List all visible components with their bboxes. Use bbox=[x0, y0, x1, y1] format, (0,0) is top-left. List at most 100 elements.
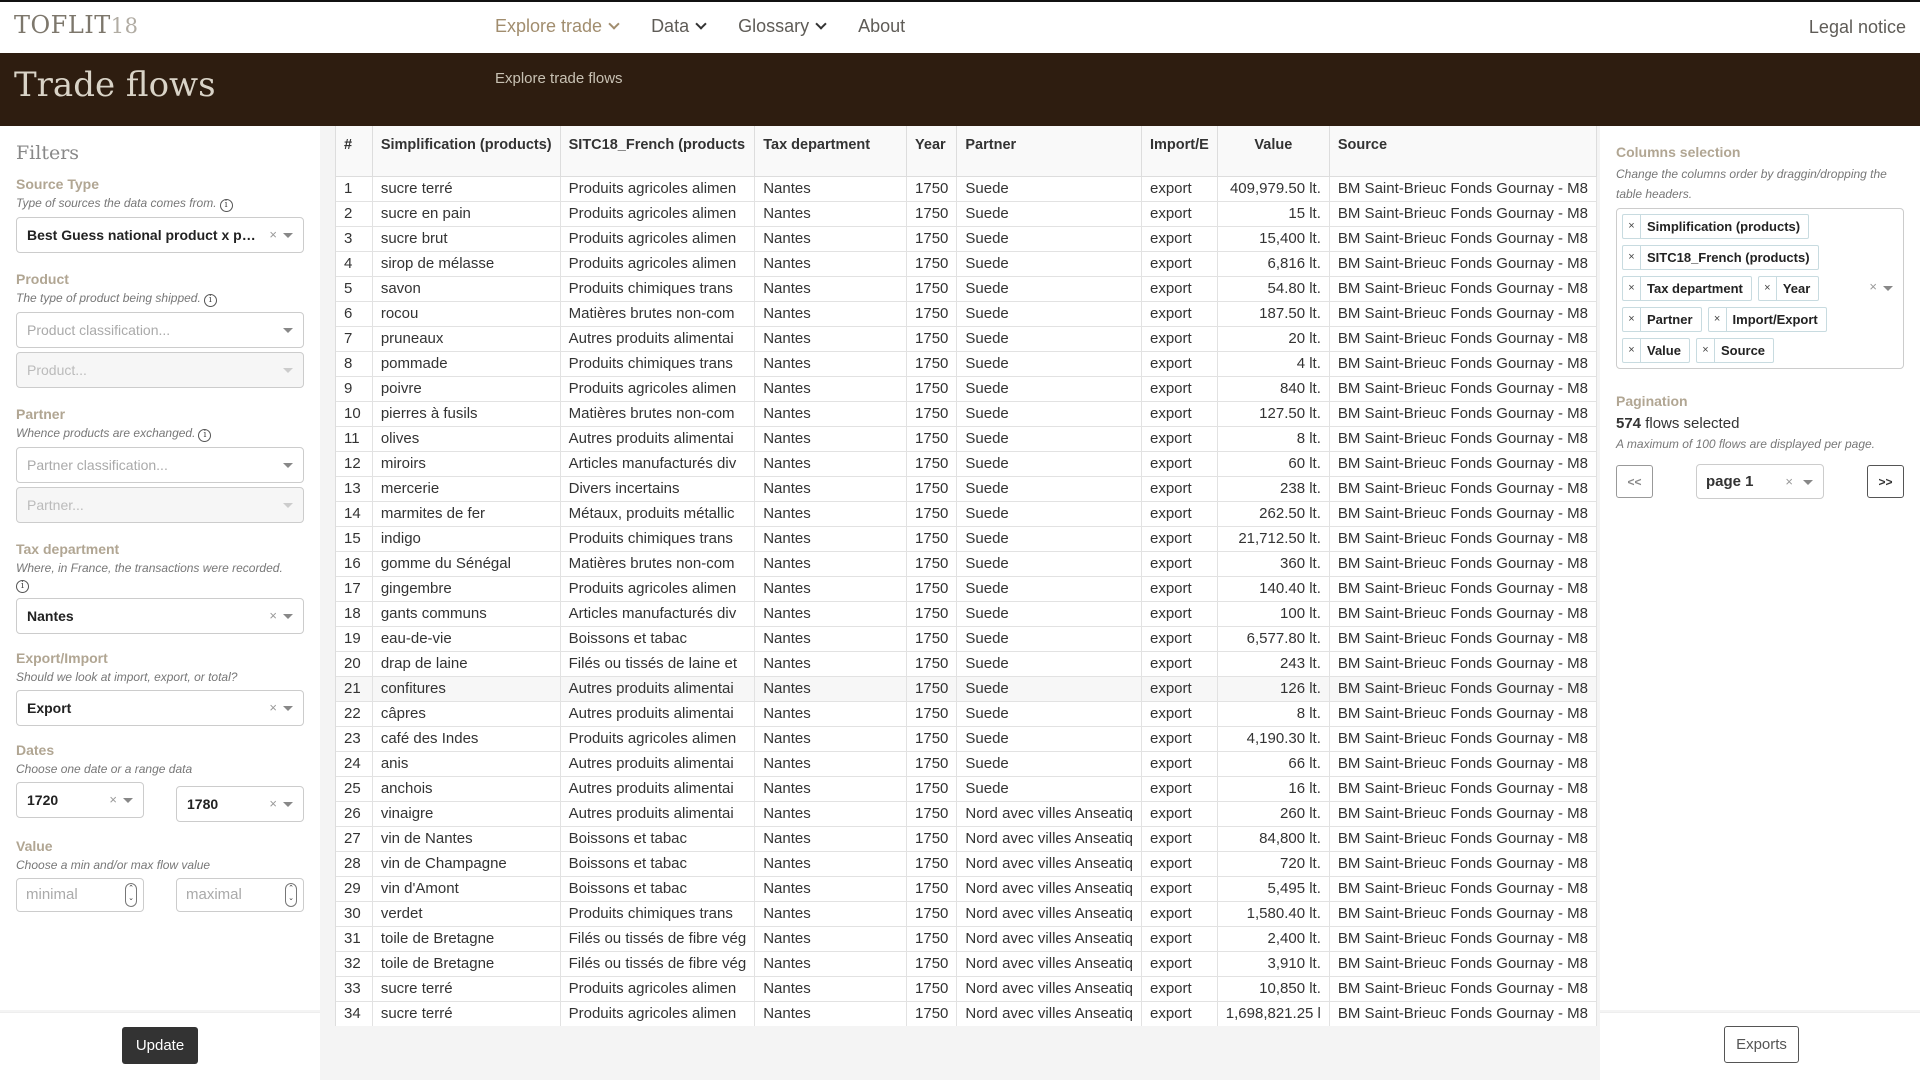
table-cell: 25 bbox=[336, 776, 373, 802]
column-header[interactable]: # bbox=[336, 126, 373, 177]
chip-label: Partner bbox=[1647, 312, 1693, 327]
table-cell: 84,800 lt. bbox=[1217, 826, 1330, 852]
partner-classification-select[interactable]: Partner classification... bbox=[16, 447, 304, 483]
remove-chip-icon[interactable]: × bbox=[1623, 339, 1641, 362]
table-cell: BM Saint-Brieuc Fonds Gournay - M8 bbox=[1329, 501, 1597, 527]
remove-chip-icon[interactable]: × bbox=[1623, 246, 1641, 269]
column-header[interactable]: Value bbox=[1217, 126, 1330, 177]
remove-chip-icon[interactable]: × bbox=[1623, 308, 1641, 331]
table-cell: BM Saint-Brieuc Fonds Gournay - M8 bbox=[1329, 376, 1597, 402]
table-cell: 14 bbox=[336, 501, 373, 527]
column-header[interactable]: Tax department bbox=[754, 126, 908, 177]
table-cell: BM Saint-Brieuc Fonds Gournay - M8 bbox=[1329, 576, 1597, 602]
table-cell: Produits agricoles alimen bbox=[560, 1001, 756, 1026]
clear-icon[interactable]: × bbox=[1785, 465, 1793, 498]
dropdown-arrow-icon bbox=[123, 798, 133, 803]
table-cell: 20 lt. bbox=[1217, 326, 1330, 352]
clear-icon[interactable]: × bbox=[109, 783, 117, 817]
remove-chip-icon[interactable]: × bbox=[1697, 339, 1715, 362]
clear-icon[interactable]: × bbox=[269, 599, 277, 633]
table-cell: 238 lt. bbox=[1217, 476, 1330, 502]
table-row: 13 mercerie Divers incertains Nantes 1750 Sue… bbox=[336, 476, 1597, 502]
column-header[interactable]: SITC18_French (products bbox=[560, 126, 756, 177]
column-chip[interactable]: × Tax department bbox=[1622, 276, 1752, 301]
product-classification-select[interactable]: Product classification... bbox=[16, 312, 304, 348]
table-cell: Produits chimiques trans bbox=[560, 901, 756, 927]
export-import-select[interactable]: Export × bbox=[16, 690, 304, 726]
clear-icon[interactable]: × bbox=[269, 787, 277, 821]
table-cell: Nantes bbox=[754, 626, 908, 652]
table-cell: 1750 bbox=[906, 451, 958, 477]
table-cell: Nantes bbox=[754, 426, 908, 452]
clear-icon[interactable]: × bbox=[269, 218, 277, 252]
nav-data[interactable]: Data bbox=[651, 16, 708, 37]
table-cell: miroirs bbox=[372, 451, 561, 477]
table-cell: sirop de mélasse bbox=[372, 251, 561, 277]
max-value-input[interactable]: maximal ⌃ ⌄ bbox=[176, 878, 304, 912]
info-icon[interactable]: i bbox=[16, 580, 29, 593]
column-chip[interactable]: × Value bbox=[1622, 338, 1690, 363]
prev-page-button[interactable]: << bbox=[1616, 465, 1653, 498]
nav-explore-trade[interactable]: Explore trade bbox=[495, 16, 621, 37]
logo[interactable]: TOFLIT18 bbox=[14, 11, 139, 39]
update-button[interactable]: Update bbox=[122, 1027, 198, 1064]
date-to-select[interactable]: 1780 × bbox=[176, 786, 304, 822]
column-header[interactable]: Year bbox=[906, 126, 958, 177]
table-cell: export bbox=[1141, 451, 1218, 477]
table-cell: marmites de fer bbox=[372, 501, 561, 527]
clear-icon[interactable]: × bbox=[1869, 279, 1877, 294]
remove-chip-icon[interactable]: × bbox=[1623, 277, 1641, 300]
table-cell: 15 bbox=[336, 526, 373, 552]
table-cell: vin de Nantes bbox=[372, 826, 561, 852]
table-cell: anis bbox=[372, 751, 561, 777]
table-cell: Suede bbox=[956, 751, 1142, 777]
columns-multiselect[interactable]: × Simplification (products) × SITC18_French… bbox=[1616, 208, 1904, 369]
legal-notice-link[interactable]: Legal notice bbox=[1809, 17, 1906, 38]
table-row: 15 indigo Produits chimiques trans Nantes 17… bbox=[336, 526, 1597, 552]
column-header[interactable]: Simplification (products) bbox=[372, 126, 561, 177]
remove-chip-icon[interactable]: × bbox=[1709, 308, 1727, 331]
column-header[interactable]: Import/E bbox=[1141, 126, 1218, 177]
column-chip[interactable]: × Partner bbox=[1622, 307, 1702, 332]
nav-label: About bbox=[858, 16, 906, 36]
remove-chip-icon[interactable]: × bbox=[1623, 215, 1641, 238]
page-select[interactable]: page 1 × bbox=[1696, 464, 1824, 499]
column-chip[interactable]: × Source bbox=[1695, 338, 1775, 363]
next-page-button[interactable]: >> bbox=[1867, 465, 1904, 498]
exports-button[interactable]: Exports bbox=[1724, 1026, 1799, 1063]
nav-about[interactable]: About bbox=[858, 16, 905, 37]
table-cell: 1 bbox=[336, 176, 373, 202]
filters-panel: Filters Source Type Type of sources the … bbox=[0, 126, 320, 1010]
column-header[interactable]: Partner bbox=[956, 126, 1142, 177]
table-cell: Nantes bbox=[754, 601, 908, 627]
table-cell: Suede bbox=[956, 501, 1142, 527]
column-chip[interactable]: × Year bbox=[1757, 276, 1820, 301]
table-cell: 60 lt. bbox=[1217, 451, 1330, 477]
column-header[interactable]: Source bbox=[1329, 126, 1597, 177]
tax-department-select[interactable]: Nantes × bbox=[16, 598, 304, 634]
spinner-icon[interactable]: ⌃ ⌄ bbox=[125, 883, 137, 907]
nav-glossary[interactable]: Glossary bbox=[738, 16, 828, 37]
table-cell: 243 lt. bbox=[1217, 651, 1330, 677]
date-from-select[interactable]: 1720 × bbox=[16, 782, 144, 818]
info-icon[interactable]: i bbox=[203, 294, 217, 307]
min-value-input[interactable]: minimal ⌃ ⌄ bbox=[16, 878, 144, 912]
spinner-icon[interactable]: ⌃ ⌄ bbox=[285, 883, 297, 907]
column-chip[interactable]: × Import/Export bbox=[1707, 307, 1827, 332]
info-icon[interactable]: i bbox=[198, 429, 212, 442]
value-label: Value bbox=[16, 838, 53, 854]
table-row: 27 vin de Nantes Boissons et tabac Nantes 17… bbox=[336, 826, 1597, 852]
remove-chip-icon[interactable]: × bbox=[1759, 277, 1777, 300]
column-chip[interactable]: × Simplification (products) bbox=[1622, 214, 1810, 239]
table-cell: export bbox=[1141, 651, 1218, 677]
info-icon[interactable]: i bbox=[219, 199, 233, 212]
column-chip[interactable]: × SITC18_French (products) bbox=[1622, 245, 1819, 270]
table-cell: BM Saint-Brieuc Fonds Gournay - M8 bbox=[1329, 1001, 1597, 1026]
clear-icon[interactable]: × bbox=[269, 691, 277, 725]
dates-label: Dates bbox=[16, 742, 55, 758]
table-cell: BM Saint-Brieuc Fonds Gournay - M8 bbox=[1329, 651, 1597, 677]
source-type-select[interactable]: Best Guess national product x p… × bbox=[16, 217, 304, 253]
table-row: 32 toile de Bretagne Filés ou tissés de fi… bbox=[336, 951, 1597, 977]
table-cell: 1,580.40 lt. bbox=[1217, 901, 1330, 927]
flows-table-container[interactable]: # Simplification (products) SITC18_French … bbox=[335, 126, 1597, 1026]
